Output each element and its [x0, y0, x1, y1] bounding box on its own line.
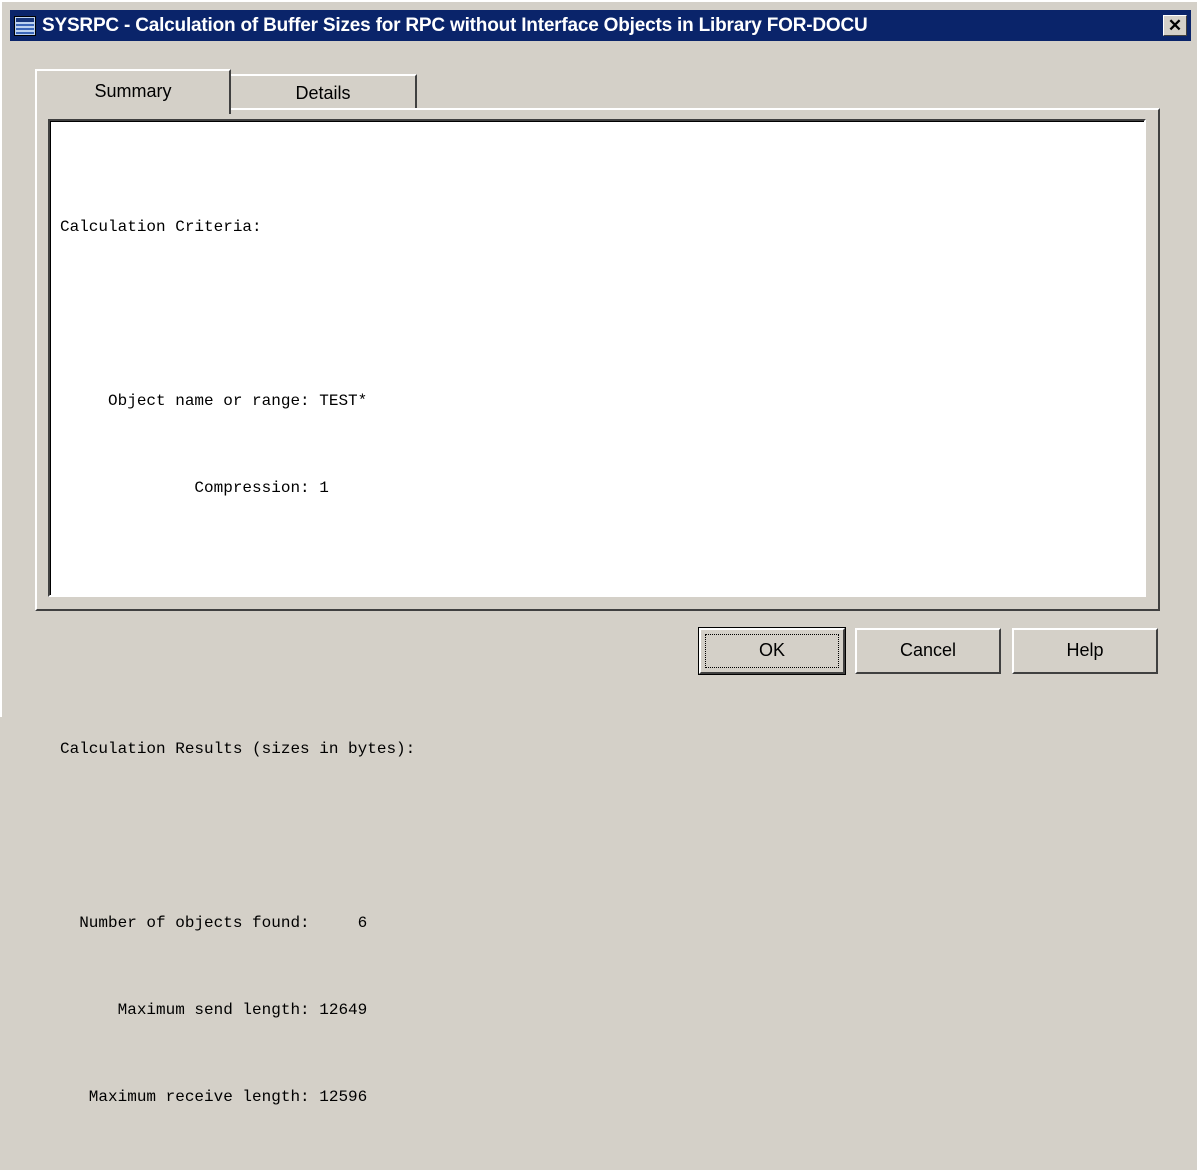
close-button[interactable]: ✕: [1163, 15, 1187, 36]
summary-panel: Calculation Criteria: Object name or ran…: [35, 108, 1160, 1106]
title-bar[interactable]: SYSRPC - Calculation of Buffer Sizes for…: [10, 10, 1191, 41]
objects-found-value: 6: [319, 914, 368, 932]
max-send-label: Maximum send length:: [60, 1001, 320, 1019]
cancel-button-label: Cancel: [899, 640, 957, 660]
max-send-value: 12649: [319, 1001, 368, 1019]
dialog-window: SYSRPC - Calculation of Buffer Sizes for…: [0, 0, 1197, 1106]
tab-summary-label: Summary: [94, 81, 172, 101]
results-heading: Calculation Results (sizes in bytes):: [60, 740, 416, 758]
max-receive-label: Maximum receive length:: [60, 1088, 320, 1106]
compression-value: 1: [319, 479, 329, 497]
compression-label: Compression:: [60, 479, 320, 497]
max-receive-value: 12596: [319, 1088, 368, 1106]
summary-text-area[interactable]: Calculation Criteria: Object name or ran…: [48, 119, 1146, 1106]
close-icon: ✕: [1167, 16, 1183, 35]
object-range-value: TEST*: [319, 392, 368, 410]
summary-report: Calculation Criteria: Object name or ran…: [60, 155, 415, 1170]
objects-found-label: Number of objects found:: [60, 914, 320, 932]
window-title: SYSRPC - Calculation of Buffer Sizes for…: [42, 14, 868, 36]
ok-button[interactable]: OK: [698, 627, 846, 675]
cancel-button[interactable]: Cancel: [855, 628, 1001, 674]
criteria-heading: Calculation Criteria:: [60, 218, 262, 236]
tab-details[interactable]: Details: [231, 74, 417, 108]
tab-details-label: Details: [295, 83, 351, 103]
object-range-label: Object name or range:: [60, 392, 320, 410]
help-button-label: Help: [1066, 640, 1104, 660]
tab-summary[interactable]: Summary: [35, 69, 231, 114]
app-icon: [14, 15, 36, 36]
help-button[interactable]: Help: [1012, 628, 1158, 674]
